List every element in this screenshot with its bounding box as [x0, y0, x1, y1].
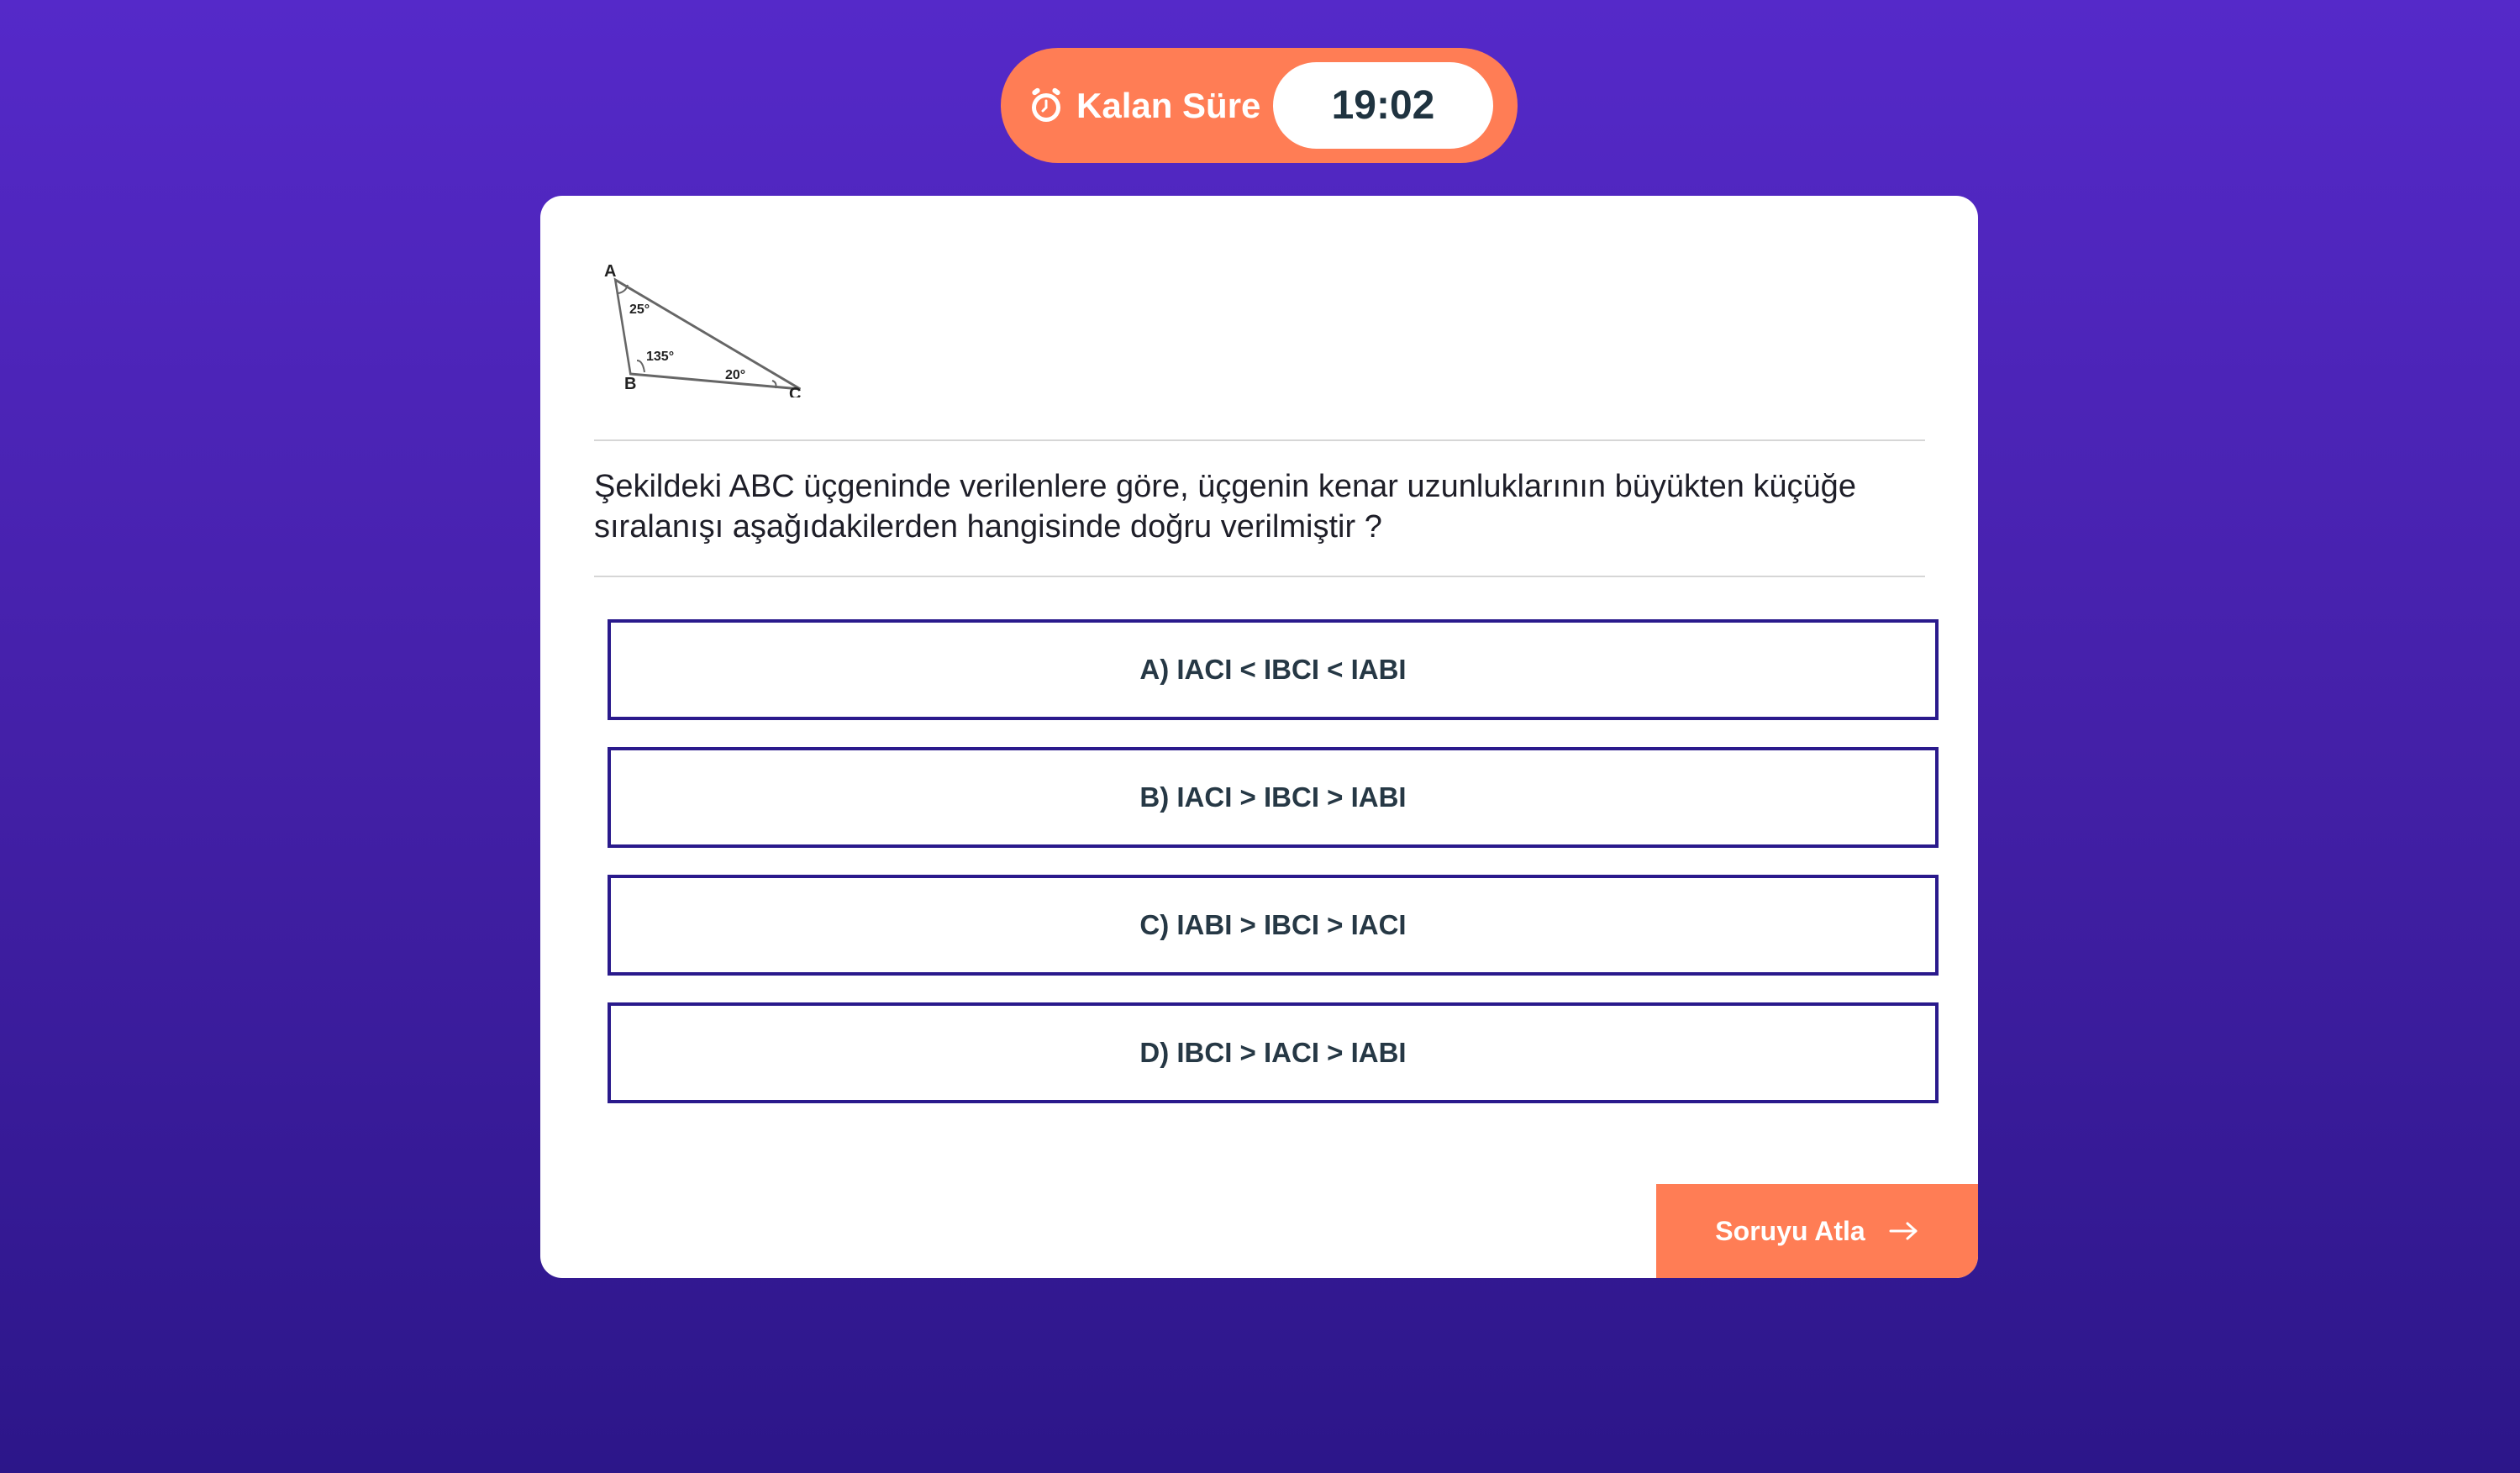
option-d-button[interactable]: D) IBCI > IACI > IABI	[608, 1002, 1939, 1103]
question-card: A B C 25° 135° 20° Şekildeki ABC üçgenin…	[540, 196, 1978, 1278]
vertex-b-label: B	[624, 375, 636, 393]
angle-c-label: 20°	[725, 368, 745, 382]
alarm-clock-icon	[1032, 87, 1060, 122]
vertex-a-label: A	[604, 262, 616, 281]
angle-b-label: 135°	[646, 350, 674, 364]
question-text: Şekildeki ABC üçgeninde verilenlere göre…	[594, 469, 1856, 544]
timer-value: 19:02	[1273, 62, 1493, 149]
skip-question-button[interactable]: Soruyu Atla	[1656, 1184, 1978, 1278]
answer-options: A) IACI < IBCI < IABI B) IACI > IBCI > I…	[608, 619, 1939, 1130]
skip-question-label: Soruyu Atla	[1715, 1215, 1865, 1246]
divider-top	[594, 439, 1925, 441]
angle-a-label: 25°	[629, 302, 650, 317]
option-a-button[interactable]: A) IACI < IBCI < IABI	[608, 619, 1939, 720]
option-b-button[interactable]: B) IACI > IBCI > IABI	[608, 747, 1939, 848]
timer-label: Kalan Süre	[1076, 86, 1261, 125]
timer-pill: Kalan Süre 19:02	[1001, 48, 1518, 163]
option-c-button[interactable]: C) IABI > IBCI > IACI	[608, 875, 1939, 976]
triangle-figure: A B C 25° 135° 20°	[604, 262, 801, 397]
divider-bottom	[594, 576, 1925, 577]
vertex-c-label: C	[789, 385, 801, 397]
arrow-right-icon	[1889, 1222, 1918, 1240]
